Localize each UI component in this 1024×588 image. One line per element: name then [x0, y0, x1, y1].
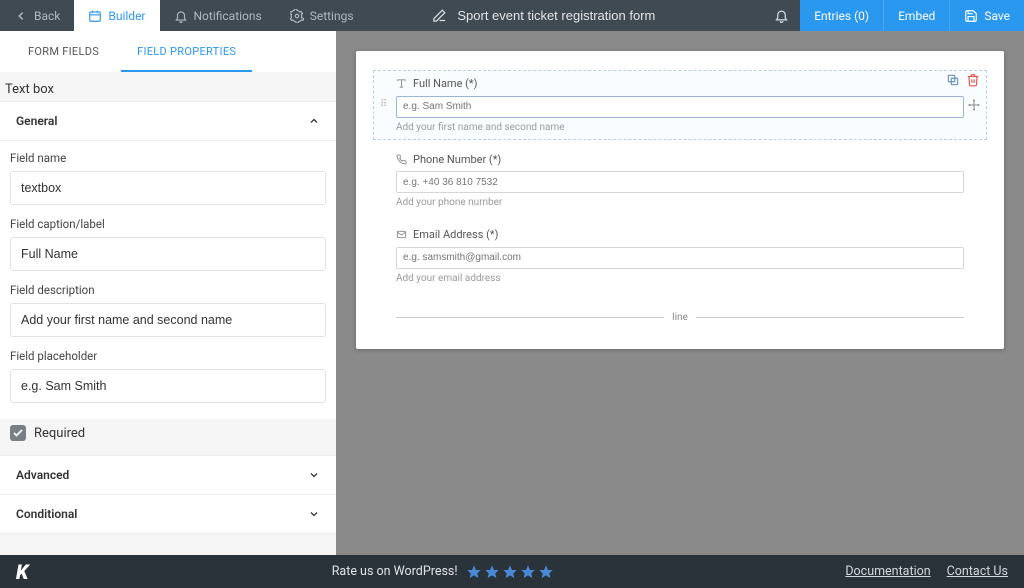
add-field-button[interactable]: [968, 99, 980, 111]
section-conditional[interactable]: Conditional: [0, 494, 336, 534]
star-icon: [484, 564, 500, 580]
bell-outline-icon: [774, 8, 789, 23]
form-canvas: ⠿ Full Name (*): [336, 31, 1024, 555]
tab-form-fields[interactable]: FORM FIELDS: [0, 31, 121, 72]
duplicate-button[interactable]: [946, 73, 960, 87]
save-label: Save: [984, 9, 1010, 23]
separator-line: line: [374, 298, 986, 323]
field-caption-label: Field caption/label: [10, 217, 326, 231]
field-name-input[interactable]: [10, 171, 326, 205]
preview-input[interactable]: [396, 96, 964, 118]
embed-label: Embed: [898, 9, 935, 23]
checkbox-checked-icon: [10, 425, 26, 441]
section-conditional-label: Conditional: [16, 507, 77, 521]
required-label: Required: [34, 426, 85, 441]
embed-button[interactable]: Embed: [883, 0, 949, 31]
section-advanced-label: Advanced: [16, 468, 69, 482]
phone-icon: [396, 154, 407, 165]
form-title-input[interactable]: [457, 8, 697, 23]
calendar-icon: [88, 9, 102, 23]
field-description-label: Field description: [10, 283, 326, 297]
form-field-full-name[interactable]: ⠿ Full Name (*): [374, 71, 986, 139]
edit-icon: [432, 8, 447, 23]
notifications-label: Notifications: [194, 9, 262, 23]
field-description-input[interactable]: [10, 303, 326, 337]
star-icon: [538, 564, 554, 580]
chevron-up-icon: [308, 115, 320, 127]
notification-bell-button[interactable]: [762, 0, 800, 31]
chevron-down-icon: [308, 508, 320, 520]
star-icon: [520, 564, 536, 580]
entries-label: Entries (0): [814, 9, 869, 23]
tab-field-properties[interactable]: FIELD PROPERTIES: [121, 31, 252, 72]
separator-label: line: [672, 312, 688, 323]
mail-icon: [396, 229, 407, 240]
rating-stars[interactable]: [466, 564, 554, 580]
settings-label: Settings: [310, 9, 354, 23]
drag-handle-icon[interactable]: ⠿: [380, 103, 386, 107]
preview-input[interactable]: [396, 171, 964, 193]
notifications-tab[interactable]: Notifications: [160, 0, 276, 31]
field-help-text: Add your phone number: [396, 197, 964, 208]
back-label: Back: [34, 9, 60, 23]
preview-input[interactable]: [396, 247, 964, 269]
chevron-left-icon: [14, 9, 28, 23]
sidebar: FORM FIELDS FIELD PROPERTIES Text box Ge…: [0, 31, 336, 555]
text-icon: [396, 78, 407, 89]
back-button[interactable]: Back: [0, 0, 74, 31]
field-label: Phone Number (*): [413, 153, 501, 166]
save-button[interactable]: Save: [949, 0, 1024, 31]
field-placeholder-input[interactable]: [10, 369, 326, 403]
field-name-label: Field name: [10, 151, 326, 165]
entries-button[interactable]: Entries (0): [800, 0, 883, 31]
field-placeholder-label: Field placeholder: [10, 349, 326, 363]
builder-label: Builder: [108, 9, 145, 23]
bell-icon: [174, 9, 188, 23]
section-general[interactable]: General: [0, 101, 336, 141]
section-advanced[interactable]: Advanced: [0, 455, 336, 494]
field-help-text: Add your email address: [396, 273, 964, 284]
save-icon: [964, 9, 978, 23]
field-label: Full Name (*): [413, 77, 477, 90]
brand-logo: K: [16, 560, 40, 584]
star-icon: [466, 564, 482, 580]
field-label: Email Address (*): [413, 228, 498, 241]
form-field-email[interactable]: Email Address (*) Add your email address: [374, 222, 986, 290]
field-help-text: Add your first name and second name: [396, 122, 964, 133]
rate-text: Rate us on WordPress!: [332, 564, 458, 579]
star-icon: [502, 564, 518, 580]
field-caption-input[interactable]: [10, 237, 326, 271]
contact-link[interactable]: Contact Us: [947, 564, 1008, 579]
settings-tab[interactable]: Settings: [276, 0, 368, 31]
documentation-link[interactable]: Documentation: [845, 564, 930, 579]
chevron-down-icon: [308, 469, 320, 481]
form-field-phone[interactable]: Phone Number (*) Add your phone number: [374, 147, 986, 215]
section-general-label: General: [16, 114, 57, 128]
delete-button[interactable]: [966, 73, 980, 87]
form-preview: ⠿ Full Name (*): [356, 51, 1004, 349]
required-checkbox-row[interactable]: Required: [0, 419, 336, 455]
gear-icon: [290, 9, 304, 23]
field-type-title: Text box: [0, 72, 336, 101]
builder-tab[interactable]: Builder: [74, 0, 159, 31]
